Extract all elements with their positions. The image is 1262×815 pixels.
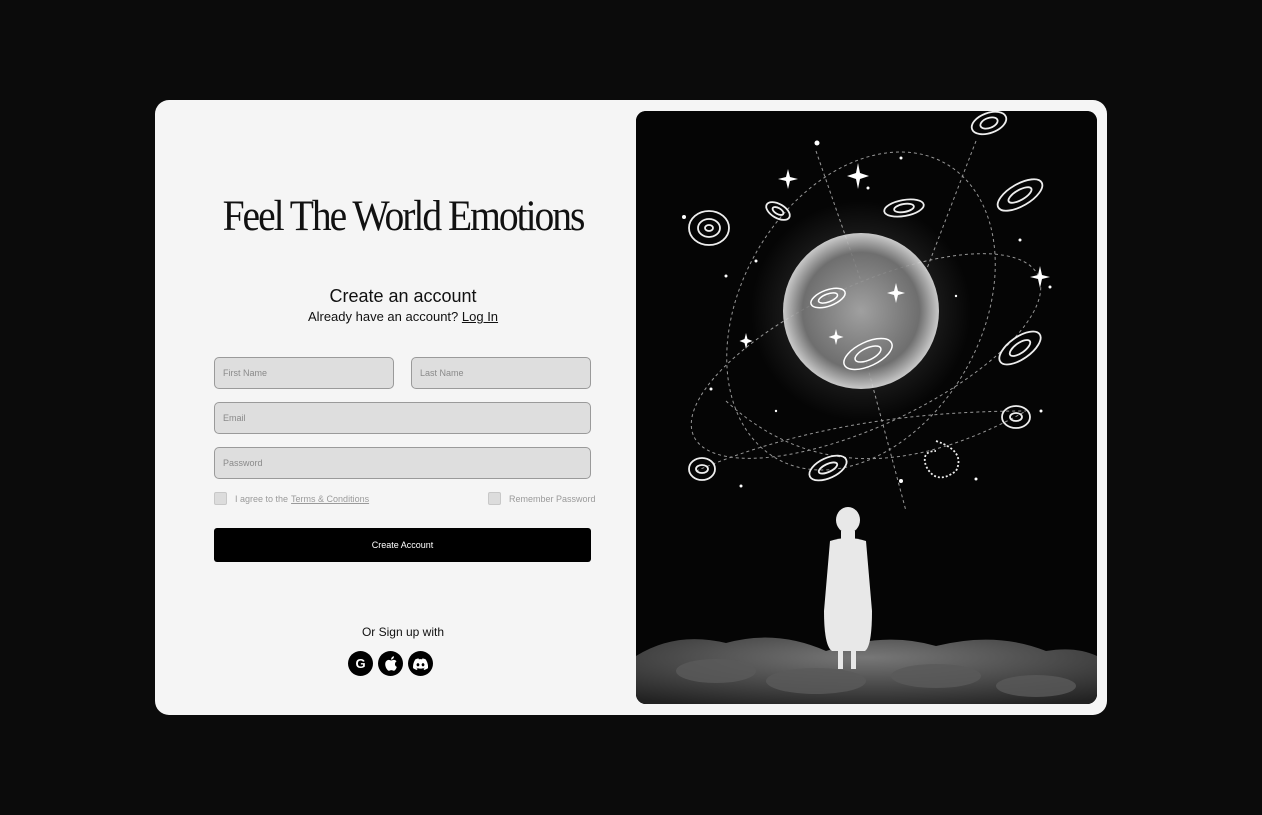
social-buttons: G [348,651,433,676]
terms-link[interactable]: Terms & Conditions [291,494,369,504]
headline: Feel The World Emotions [222,193,586,240]
login-link[interactable]: Log In [462,309,498,324]
signup-card: Feel The World Emotions Create an accoun… [155,100,1107,715]
or-signup-text: Or Sign up with [361,625,445,639]
last-name-field[interactable] [411,357,591,389]
terms-row: I agree to the Terms & Conditions [214,492,369,505]
password-field[interactable] [214,447,591,479]
form-title: Create an account [329,286,477,306]
discord-signup-button[interactable] [408,651,433,676]
google-signup-button[interactable]: G [348,651,373,676]
have-account-text: Already have an account? [307,309,459,324]
remember-checkbox[interactable] [488,492,501,505]
discord-icon [413,657,428,670]
signup-panel: Feel The World Emotions Create an accoun… [155,100,636,715]
apple-signup-button[interactable] [378,651,403,676]
agree-text: I agree to the [235,493,289,504]
google-icon: G [355,656,366,671]
email-field[interactable] [214,402,591,434]
hero-illustration [636,111,1097,704]
login-prompt: Already have an account? Log In [155,309,651,324]
create-account-button[interactable]: Create Account [214,528,591,562]
terms-checkbox[interactable] [214,492,227,505]
first-name-field[interactable] [214,357,394,389]
remember-text: Remember Password [509,493,596,504]
apple-icon [384,656,397,671]
cosmic-scene [636,111,1097,704]
remember-row: Remember Password [488,492,596,505]
